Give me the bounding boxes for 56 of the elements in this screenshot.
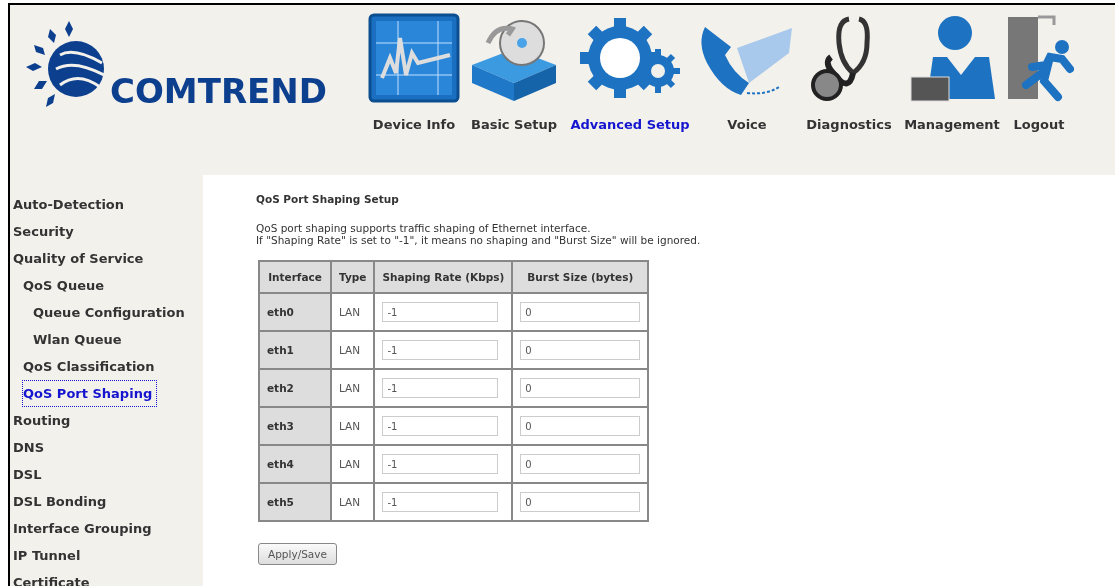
nav-link[interactable]: Basic Setup (465, 13, 563, 132)
column-header: Interface (259, 261, 331, 293)
nav-link[interactable]: Voice (697, 13, 797, 132)
interface-cell: eth5 (259, 483, 331, 521)
shaping-rate-field[interactable]: -1 (382, 454, 499, 474)
nav-link[interactable]: Advanced Setup (568, 13, 692, 132)
logo-text: COMTREND (110, 71, 327, 111)
sidebar-link[interactable]: Routing (12, 407, 76, 434)
column-header: Type (331, 261, 375, 293)
shaping-rate-field[interactable]: -1 (382, 416, 499, 436)
shaping-rate-field[interactable]: -1 (382, 302, 499, 322)
nav-link[interactable]: Device Info (368, 13, 460, 132)
waveform-monitor-icon (368, 13, 460, 103)
sidebar-link[interactable]: QoS Queue (22, 272, 110, 299)
sidebar-link[interactable]: DNS (12, 434, 50, 461)
type-cell: LAN (331, 445, 375, 483)
interface-cell: eth1 (259, 331, 331, 369)
sidebar-link[interactable]: DSL Bonding (12, 488, 112, 515)
sidebar-link[interactable]: Auto-Detection (12, 191, 130, 218)
interface-cell: eth4 (259, 445, 331, 483)
type-cell: LAN (331, 483, 375, 521)
burst-size-field[interactable]: 0 (520, 416, 641, 436)
burst-size-field[interactable]: 0 (520, 340, 641, 360)
burst-size-field[interactable]: 0 (520, 302, 641, 322)
shaping-rate-field[interactable]: -1 (382, 378, 499, 398)
sidebar-link[interactable]: DSL (12, 461, 47, 488)
person-with-card-icon (907, 13, 997, 103)
page-title: QoS Port Shaping Setup (256, 193, 400, 205)
sidebar-link[interactable]: QoS Port Shaping (22, 380, 158, 407)
column-header: Burst Size (bytes) (512, 261, 649, 293)
sidebar-link[interactable]: IP Tunnel (12, 542, 86, 569)
interface-cell: eth2 (259, 369, 331, 407)
sidebar-link[interactable]: Security (12, 218, 79, 245)
sidebar-link[interactable]: Wlan Queue (32, 326, 127, 353)
nav-link[interactable]: Diagnostics (802, 13, 896, 132)
description-text: QoS port shaping supports traffic shaping of Ethernet interface. (256, 222, 592, 234)
burst-size-field[interactable]: 0 (520, 454, 641, 474)
nav-link[interactable]: Management (901, 13, 1003, 132)
shaping-rate-field[interactable]: -1 (382, 492, 499, 512)
interface-cell: eth0 (259, 293, 331, 331)
type-cell: LAN (331, 293, 375, 331)
sidebar-link[interactable]: QoS Classification (22, 353, 160, 380)
type-cell: LAN (331, 369, 375, 407)
sidebar-link[interactable]: Queue Configuration (32, 299, 190, 326)
nav-link[interactable]: Logout (1008, 13, 1070, 132)
interface-cell: eth3 (259, 407, 331, 445)
column-header: Shaping Rate (Kbps) (374, 261, 513, 293)
sidebar-link[interactable]: Quality of Service (12, 245, 149, 272)
apply-save-button[interactable]: Apply/Save (258, 543, 337, 565)
sidebar-link[interactable]: Interface Grouping (12, 515, 157, 542)
description-text: If "Shaping Rate" is set to "-1", it means no shaping and "Burst Size" will be ignored. (256, 234, 702, 246)
burst-size-field[interactable]: 0 (520, 492, 641, 512)
type-cell: LAN (331, 331, 375, 369)
type-cell: LAN (331, 407, 375, 445)
shaping-rate-field[interactable]: -1 (382, 340, 499, 360)
burst-size-field[interactable]: 0 (520, 378, 641, 398)
